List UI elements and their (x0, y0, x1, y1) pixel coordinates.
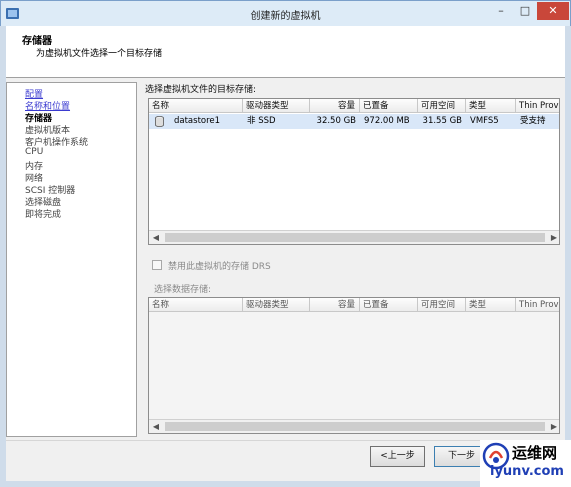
scroll-left-icon: ◀ (152, 422, 160, 431)
column-header-capacity[interactable]: 容量 (310, 99, 360, 113)
column-header-free-space[interactable]: 可用空间 (418, 99, 466, 113)
close-button[interactable]: ✕ (537, 2, 569, 20)
column-header-drive-type: 驱动器类型 (243, 298, 310, 312)
horizontal-scrollbar: ◀ ▶ (149, 419, 559, 433)
column-header-provisioned[interactable]: 已置备 (360, 99, 418, 113)
datastore-capacity: 32.50 GB (316, 116, 356, 126)
datastore-free-space: 31.55 GB (422, 116, 462, 126)
column-header-provisioned: 已置备 (360, 298, 418, 312)
page-subtitle: 为虚拟机文件选择一个目标存储 (36, 49, 163, 59)
column-header-capacity: 容量 (310, 298, 360, 312)
window-title: 创建新的虚拟机 (250, 11, 321, 22)
dialog-body: 存储器 为虚拟机文件选择一个目标存储 配置 名称和位置 存储器 虚拟机版本 客户… (0, 26, 571, 487)
disable-drs-checkbox[interactable] (152, 260, 162, 270)
page-title: 存储器 (22, 36, 52, 47)
column-header-name[interactable]: 名称 (149, 99, 243, 113)
wizard-header: 存储器 为虚拟机文件选择一个目标存储 (6, 26, 565, 78)
target-storage-label: 选择虚拟机文件的目标存储: (145, 85, 257, 95)
scroll-right-icon: ▶ (550, 422, 558, 431)
datastore-drive-type: 非 SSD (247, 116, 276, 126)
datastore-thin-provisioning: 受支持 (520, 116, 546, 126)
datastore-icon (155, 116, 164, 127)
watermark: 运维网 iyunv.com (480, 440, 571, 487)
scroll-right-icon[interactable]: ▶ (547, 231, 559, 244)
datastore-select-table: 名称 驱动器类型 容量 已置备 可用空间 类型 Thin Provi ◀ ▶ (148, 297, 560, 434)
watermark-name: 运维网 (512, 444, 558, 462)
column-header-type: 类型 (466, 298, 516, 312)
maximize-button[interactable]: □ (513, 2, 537, 20)
step-cpu: CPU (25, 147, 44, 157)
step-ready-to-complete: 即将完成 (25, 210, 62, 220)
datastore-name: datastore1 (174, 116, 221, 126)
disable-drs-label: 禁用此虚拟机的存储 DRS (168, 262, 271, 272)
column-header-thin-provisioning: Thin Provi (516, 298, 559, 312)
column-header-name: 名称 (149, 298, 243, 312)
column-header-thin-provisioning[interactable]: Thin Provi (516, 99, 559, 113)
table-row[interactable]: datastore1 非 SSD 32.50 GB 972.00 MB 31.5… (149, 114, 559, 129)
column-header-free-space: 可用空间 (418, 298, 466, 312)
datastore-provisioned: 972.00 MB (364, 116, 410, 126)
title-bar: 创建新的虚拟机 – □ ✕ (0, 0, 571, 26)
table-header: 名称 驱动器类型 容量 已置备 可用空间 类型 Thin Provi (149, 298, 559, 312)
minimize-button[interactable]: – (489, 2, 513, 20)
column-header-type[interactable]: 类型 (466, 99, 516, 113)
target-storage-table: 名称 驱动器类型 容量 已置备 可用空间 类型 Thin Provi datas… (148, 98, 560, 245)
storage-content: 选择虚拟机文件的目标存储: 名称 驱动器类型 容量 已置备 可用空间 类型 Th… (140, 82, 565, 437)
scrollbar-thumb (165, 422, 545, 431)
horizontal-scrollbar[interactable]: ◀ ▶ (149, 230, 559, 244)
scroll-left-icon[interactable]: ◀ (149, 231, 163, 244)
select-datastore-label: 选择数据存储: (154, 285, 212, 295)
watermark-url: iyunv.com (490, 464, 564, 479)
table-header: 名称 驱动器类型 容量 已置备 可用空间 类型 Thin Provi (149, 99, 559, 113)
back-button[interactable]: <上一步 (370, 446, 425, 467)
scrollbar-thumb[interactable] (165, 233, 545, 242)
datastore-type: VMFS5 (470, 116, 499, 126)
column-header-drive-type[interactable]: 驱动器类型 (243, 99, 310, 113)
wizard-step-nav: 配置 名称和位置 存储器 虚拟机版本 客户机操作系统 CPU 内存 网络 SCS… (6, 82, 137, 437)
